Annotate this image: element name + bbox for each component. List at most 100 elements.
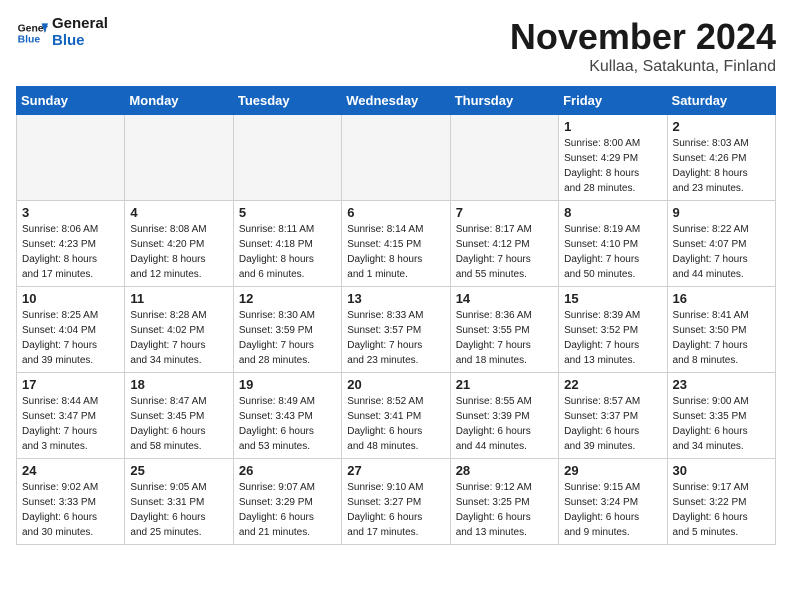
day-number: 3 — [22, 205, 119, 220]
day-info: Sunrise: 8:22 AM Sunset: 4:07 PM Dayligh… — [673, 222, 770, 282]
calendar-cell: 30 Sunrise: 9:17 AM Sunset: 3:22 PM Dayli… — [667, 459, 775, 545]
day-number: 9 — [673, 205, 770, 220]
day-number: 17 — [22, 377, 119, 392]
calendar-cell: 24Sunrise: 9:02 AM Sunset: 3:33 PM Dayli… — [17, 459, 125, 545]
day-info: Sunrise: 8:55 AM Sunset: 3:39 PM Dayligh… — [456, 394, 553, 454]
day-info: Sunrise: 8:00 AM Sunset: 4:29 PM Dayligh… — [564, 136, 661, 196]
weekday-tuesday: Tuesday — [233, 87, 341, 115]
weekday-monday: Monday — [125, 87, 233, 115]
day-info: Sunrise: 8:52 AM Sunset: 3:41 PM Dayligh… — [347, 394, 444, 454]
calendar-cell: 1 Sunrise: 8:00 AM Sunset: 4:29 PM Daylig… — [559, 115, 667, 201]
day-number: 7 — [456, 205, 553, 220]
calendar-body: 1 Sunrise: 8:00 AM Sunset: 4:29 PM Daylig… — [17, 115, 776, 545]
weekday-saturday: Saturday — [667, 87, 775, 115]
logo-general: General — [52, 15, 108, 32]
calendar-table: SundayMondayTuesdayWednesdayThursdayFrid… — [16, 86, 776, 545]
calendar-cell: 12 Sunrise: 8:30 AM Sunset: 3:59 PM Dayli… — [233, 287, 341, 373]
day-info: Sunrise: 8:06 AM Sunset: 4:23 PM Dayligh… — [22, 222, 119, 282]
day-number: 12 — [239, 291, 336, 306]
day-info: Sunrise: 8:14 AM Sunset: 4:15 PM Dayligh… — [347, 222, 444, 282]
day-number: 29 — [564, 463, 661, 478]
day-info: Sunrise: 8:25 AM Sunset: 4:04 PM Dayligh… — [22, 308, 119, 368]
title-area: November 2024 Kullaa, Satakunta, Finland — [510, 16, 776, 76]
day-number: 14 — [456, 291, 553, 306]
day-number: 23 — [673, 377, 770, 392]
week-row-3: 17Sunrise: 8:44 AM Sunset: 3:47 PM Dayli… — [17, 373, 776, 459]
day-info: Sunrise: 9:07 AM Sunset: 3:29 PM Dayligh… — [239, 480, 336, 540]
calendar-cell: 18Sunrise: 8:47 AM Sunset: 3:45 PM Dayli… — [125, 373, 233, 459]
day-number: 22 — [564, 377, 661, 392]
weekday-header-row: SundayMondayTuesdayWednesdayThursdayFrid… — [17, 87, 776, 115]
calendar-cell: 21Sunrise: 8:55 AM Sunset: 3:39 PM Dayli… — [450, 373, 558, 459]
calendar-cell: 9 Sunrise: 8:22 AM Sunset: 4:07 PM Daylig… — [667, 201, 775, 287]
calendar-cell: 23 Sunrise: 9:00 AM Sunset: 3:35 PM Dayli… — [667, 373, 775, 459]
calendar-cell: 19 Sunrise: 8:49 AM Sunset: 3:43 PM Dayli… — [233, 373, 341, 459]
calendar-cell: 11 Sunrise: 8:28 AM Sunset: 4:02 PM Dayli… — [125, 287, 233, 373]
day-number: 4 — [130, 205, 227, 220]
day-number: 8 — [564, 205, 661, 220]
calendar-cell: 2 Sunrise: 8:03 AM Sunset: 4:26 PM Daylig… — [667, 115, 775, 201]
calendar-cell: 3 Sunrise: 8:06 AM Sunset: 4:23 PM Daylig… — [17, 201, 125, 287]
week-row-4: 24Sunrise: 9:02 AM Sunset: 3:33 PM Dayli… — [17, 459, 776, 545]
day-info: Sunrise: 8:08 AM Sunset: 4:20 PM Dayligh… — [130, 222, 227, 282]
day-number: 19 — [239, 377, 336, 392]
calendar-subtitle: Kullaa, Satakunta, Finland — [510, 58, 776, 76]
day-number: 30 — [673, 463, 770, 478]
day-number: 26 — [239, 463, 336, 478]
day-info: Sunrise: 9:10 AM Sunset: 3:27 PM Dayligh… — [347, 480, 444, 540]
calendar-cell: 29 Sunrise: 9:15 AM Sunset: 3:24 PM Dayli… — [559, 459, 667, 545]
day-number: 25 — [130, 463, 227, 478]
day-number: 15 — [564, 291, 661, 306]
calendar-cell: 28Sunrise: 9:12 AM Sunset: 3:25 PM Dayli… — [450, 459, 558, 545]
calendar-cell: 6 Sunrise: 8:14 AM Sunset: 4:15 PM Daylig… — [342, 201, 450, 287]
calendar-title: November 2024 — [510, 16, 776, 58]
day-info: Sunrise: 9:02 AM Sunset: 3:33 PM Dayligh… — [22, 480, 119, 540]
day-number: 18 — [130, 377, 227, 392]
day-info: Sunrise: 9:17 AM Sunset: 3:22 PM Dayligh… — [673, 480, 770, 540]
day-number: 10 — [22, 291, 119, 306]
calendar-cell: 17Sunrise: 8:44 AM Sunset: 3:47 PM Dayli… — [17, 373, 125, 459]
day-info: Sunrise: 8:33 AM Sunset: 3:57 PM Dayligh… — [347, 308, 444, 368]
svg-text:Blue: Blue — [18, 34, 41, 45]
day-info: Sunrise: 8:03 AM Sunset: 4:26 PM Dayligh… — [673, 136, 770, 196]
weekday-sunday: Sunday — [17, 87, 125, 115]
weekday-thursday: Thursday — [450, 87, 558, 115]
day-info: Sunrise: 9:00 AM Sunset: 3:35 PM Dayligh… — [673, 394, 770, 454]
day-info: Sunrise: 8:39 AM Sunset: 3:52 PM Dayligh… — [564, 308, 661, 368]
header: General Blue General Blue November 2024 … — [16, 16, 776, 76]
day-number: 27 — [347, 463, 444, 478]
calendar-cell: 13 Sunrise: 8:33 AM Sunset: 3:57 PM Dayli… — [342, 287, 450, 373]
week-row-1: 3 Sunrise: 8:06 AM Sunset: 4:23 PM Daylig… — [17, 201, 776, 287]
day-info: Sunrise: 8:49 AM Sunset: 3:43 PM Dayligh… — [239, 394, 336, 454]
calendar-cell: 8Sunrise: 8:19 AM Sunset: 4:10 PM Daylig… — [559, 201, 667, 287]
day-info: Sunrise: 8:17 AM Sunset: 4:12 PM Dayligh… — [456, 222, 553, 282]
calendar-cell: 10 Sunrise: 8:25 AM Sunset: 4:04 PM Dayli… — [17, 287, 125, 373]
day-info: Sunrise: 9:12 AM Sunset: 3:25 PM Dayligh… — [456, 480, 553, 540]
day-number: 16 — [673, 291, 770, 306]
day-info: Sunrise: 8:36 AM Sunset: 3:55 PM Dayligh… — [456, 308, 553, 368]
calendar-cell — [125, 115, 233, 201]
calendar-cell: 16Sunrise: 8:41 AM Sunset: 3:50 PM Dayli… — [667, 287, 775, 373]
day-info: Sunrise: 8:11 AM Sunset: 4:18 PM Dayligh… — [239, 222, 336, 282]
calendar-cell: 25Sunrise: 9:05 AM Sunset: 3:31 PM Dayli… — [125, 459, 233, 545]
weekday-friday: Friday — [559, 87, 667, 115]
calendar-cell — [450, 115, 558, 201]
day-number: 5 — [239, 205, 336, 220]
day-info: Sunrise: 8:57 AM Sunset: 3:37 PM Dayligh… — [564, 394, 661, 454]
calendar-cell — [233, 115, 341, 201]
day-number: 2 — [673, 119, 770, 134]
logo: General Blue General Blue — [16, 16, 108, 49]
day-number: 6 — [347, 205, 444, 220]
day-info: Sunrise: 8:30 AM Sunset: 3:59 PM Dayligh… — [239, 308, 336, 368]
calendar-cell: 15 Sunrise: 8:39 AM Sunset: 3:52 PM Dayli… — [559, 287, 667, 373]
day-info: Sunrise: 8:28 AM Sunset: 4:02 PM Dayligh… — [130, 308, 227, 368]
day-number: 1 — [564, 119, 661, 134]
day-number: 11 — [130, 291, 227, 306]
calendar-cell: 27 Sunrise: 9:10 AM Sunset: 3:27 PM Dayli… — [342, 459, 450, 545]
weekday-wednesday: Wednesday — [342, 87, 450, 115]
week-row-0: 1 Sunrise: 8:00 AM Sunset: 4:29 PM Daylig… — [17, 115, 776, 201]
day-number: 13 — [347, 291, 444, 306]
day-number: 20 — [347, 377, 444, 392]
calendar-cell: 14 Sunrise: 8:36 AM Sunset: 3:55 PM Dayli… — [450, 287, 558, 373]
day-info: Sunrise: 9:15 AM Sunset: 3:24 PM Dayligh… — [564, 480, 661, 540]
